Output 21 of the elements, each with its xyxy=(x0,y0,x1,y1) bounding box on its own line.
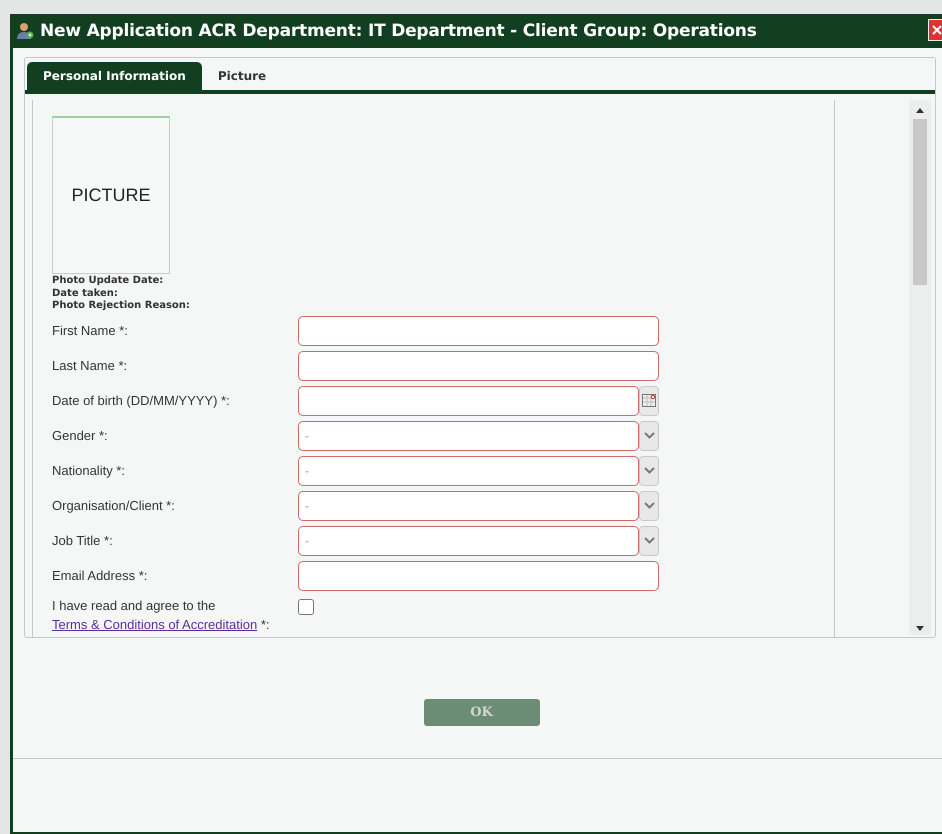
field-label: Gender *: xyxy=(52,428,109,443)
field-label: Last Name *: xyxy=(52,358,128,373)
photo-placeholder-text: PICTURE xyxy=(71,185,150,206)
field-label: Organisation/Client *: xyxy=(52,498,176,513)
tab[interactable]: Picture xyxy=(202,62,282,90)
agreement-text: I have read and agree to the Terms & Conditions of Accreditation *: xyxy=(52,596,271,634)
dropdown-field[interactable]: - xyxy=(298,526,639,556)
tab[interactable]: Personal Information xyxy=(27,62,202,90)
dropdown-field[interactable]: - xyxy=(298,490,639,520)
photo-detail-label: Photo Update Date: xyxy=(52,275,164,288)
field-label: Email Address *: xyxy=(52,568,148,583)
terms-link[interactable]: Terms & Conditions of Accreditation xyxy=(52,616,258,632)
dropdown-field[interactable]: - xyxy=(298,456,639,486)
window-title: New Application ACR Department: IT Department - Client Group: Operations xyxy=(40,21,757,41)
dropdown-field[interactable]: - xyxy=(298,420,639,450)
photo-detail-label: Photo Rejection Reason: xyxy=(52,300,191,312)
field-label: First Name *: xyxy=(52,323,129,338)
field-label: Job Title *: xyxy=(52,533,114,548)
field-label: Date of birth (DD/MM/YYYY) *: xyxy=(52,393,231,408)
field-label: Nationality *: xyxy=(52,463,126,478)
photo-detail-label: Date taken: xyxy=(52,288,119,300)
